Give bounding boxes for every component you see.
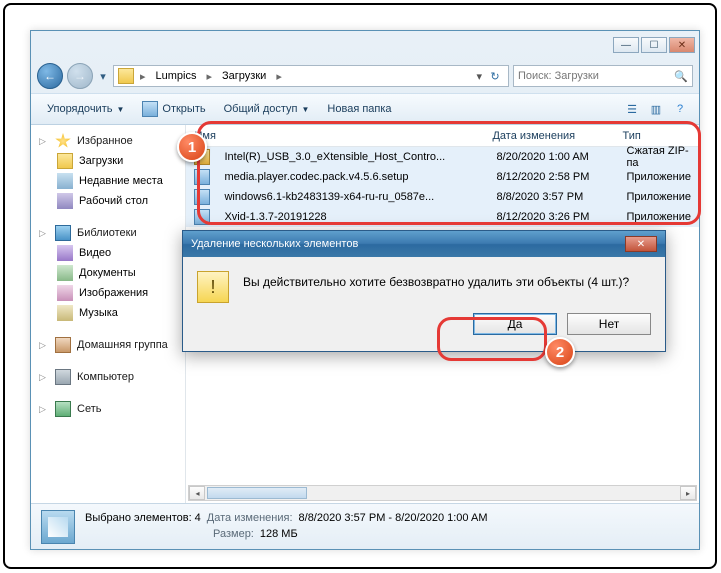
breadcrumb-separator: ▸: [138, 70, 148, 83]
computer-icon: [55, 369, 71, 385]
minimize-button[interactable]: —: [613, 37, 639, 53]
breadcrumb-separator: ▸: [205, 70, 215, 83]
annotation-frame: — ☐ ✕ ← → ▾ ▸ Lumpics ▸ Загрузки ▸ ▾ ↻ П…: [3, 3, 717, 569]
dialog-message: Вы действительно хотите безвозвратно уда…: [243, 271, 629, 303]
sidebar-item-downloads[interactable]: Загрузки: [35, 151, 181, 171]
sidebar-homegroup[interactable]: ▷Домашняя группа: [35, 335, 181, 355]
status-date-label: Дата изменения:: [207, 511, 293, 526]
annotation-badge-1: 1: [177, 132, 207, 162]
sidebar-item-music[interactable]: Музыка: [35, 303, 181, 323]
file-row[interactable]: media.player.codec.pack.v4.5.6.setup8/12…: [186, 167, 699, 187]
desktop-icon: [57, 193, 73, 209]
nav-history-dropdown[interactable]: ▾: [97, 70, 109, 83]
sidebar-item-pictures[interactable]: Изображения: [35, 283, 181, 303]
confirm-delete-dialog: Удаление нескольких элементов ✕ ! Вы дей…: [182, 230, 666, 352]
annotation-badge-2: 2: [545, 337, 575, 367]
pictures-icon: [57, 285, 73, 301]
file-date: 8/20/2020 1:00 AM: [488, 151, 618, 163]
file-type: Приложение: [618, 211, 699, 223]
file-type: Приложение: [618, 191, 699, 203]
new-folder-button[interactable]: Новая папка: [319, 99, 399, 119]
breadcrumb-dropdown-icon[interactable]: ▾: [476, 70, 482, 83]
recent-icon: [57, 173, 73, 189]
file-icon: [194, 189, 210, 205]
sidebar-computer[interactable]: ▷Компьютер: [35, 367, 181, 387]
sidebar-libraries[interactable]: ▷Библиотеки: [35, 223, 181, 243]
status-size-value: 128 МБ: [260, 527, 298, 542]
file-date: 8/8/2020 3:57 PM: [488, 191, 618, 203]
file-date: 8/12/2020 3:26 PM: [488, 211, 618, 223]
dialog-no-button[interactable]: Нет: [567, 313, 651, 335]
share-button[interactable]: Общий доступ▼: [216, 99, 318, 119]
file-type: Приложение: [618, 171, 699, 183]
open-icon: [142, 101, 158, 117]
explorer-toolbar: Упорядочить▼ Открыть Общий доступ▼ Новая…: [31, 93, 699, 125]
folder-icon: [118, 68, 134, 84]
file-row[interactable]: Intel(R)_USB_3.0_eXtensible_Host_Contro.…: [186, 147, 699, 167]
search-icon: 🔍: [674, 70, 688, 83]
organize-button[interactable]: Упорядочить▼: [39, 99, 132, 119]
star-icon: [55, 133, 71, 149]
file-type: Сжатая ZIP-па: [618, 145, 699, 169]
file-name: windows6.1-kb2483139-x64-ru-ru_0587e...: [216, 191, 488, 203]
scroll-right-button[interactable]: ▸: [680, 486, 696, 500]
file-row[interactable]: windows6.1-kb2483139-x64-ru-ru_0587e...8…: [186, 187, 699, 207]
file-icon: [194, 169, 210, 185]
dialog-close-button[interactable]: ✕: [625, 236, 657, 252]
file-row[interactable]: Xvid-1.3.7-201912288/12/2020 3:26 PMПрил…: [186, 207, 699, 227]
file-name: Xvid-1.3.7-20191228: [216, 211, 488, 223]
preview-pane-icon[interactable]: ▥: [645, 98, 667, 120]
open-button[interactable]: Открыть: [134, 97, 213, 121]
help-icon[interactable]: ?: [669, 98, 691, 120]
file-name: media.player.codec.pack.v4.5.6.setup: [216, 171, 488, 183]
search-input[interactable]: Поиск: Загрузки 🔍: [513, 65, 693, 87]
scroll-left-button[interactable]: ◂: [189, 486, 205, 500]
breadcrumb-separator: ▸: [274, 70, 284, 83]
downloads-icon: [57, 153, 73, 169]
sidebar-item-recent[interactable]: Недавние места: [35, 171, 181, 191]
selection-thumbnail-icon: [41, 510, 75, 544]
dialog-yes-button[interactable]: Да: [473, 313, 557, 335]
sidebar-item-desktop[interactable]: Рабочий стол: [35, 191, 181, 211]
dialog-titlebar: Удаление нескольких элементов ✕: [183, 231, 665, 257]
search-placeholder: Поиск: Загрузки: [518, 70, 599, 82]
view-options-icon[interactable]: ☰: [621, 98, 643, 120]
scroll-thumb[interactable]: [207, 487, 307, 499]
libraries-icon: [55, 225, 71, 241]
sidebar-network[interactable]: ▷Сеть: [35, 399, 181, 419]
network-icon: [55, 401, 71, 417]
horizontal-scrollbar[interactable]: ◂ ▸: [188, 485, 697, 501]
breadcrumb-item[interactable]: Lumpics: [152, 70, 201, 82]
status-date-value: 8/8/2020 3:57 PM - 8/20/2020 1:00 AM: [299, 511, 488, 526]
status-size-label: Размер:: [213, 527, 254, 542]
breadcrumb-item[interactable]: Загрузки: [218, 70, 270, 82]
nav-forward-button[interactable]: →: [67, 63, 93, 89]
navigation-sidebar: ▷Избранное Загрузки Недавние места Рабоч…: [31, 125, 186, 505]
address-row: ← → ▾ ▸ Lumpics ▸ Загрузки ▸ ▾ ↻ Поиск: …: [31, 59, 699, 93]
warning-icon: !: [197, 271, 229, 303]
sidebar-item-video[interactable]: Видео: [35, 243, 181, 263]
dialog-title-text: Удаление нескольких элементов: [191, 238, 358, 250]
music-icon: [57, 305, 73, 321]
video-icon: [57, 245, 73, 261]
column-header-type[interactable]: Тип: [614, 130, 699, 142]
nav-back-button[interactable]: ←: [37, 63, 63, 89]
sidebar-item-documents[interactable]: Документы: [35, 263, 181, 283]
breadcrumb-bar[interactable]: ▸ Lumpics ▸ Загрузки ▸ ▾ ↻: [113, 65, 509, 87]
column-header-row: Имя Дата изменения Тип: [186, 125, 699, 147]
window-titlebar: — ☐ ✕: [31, 31, 699, 59]
file-date: 8/12/2020 2:58 PM: [488, 171, 618, 183]
maximize-button[interactable]: ☐: [641, 37, 667, 53]
file-name: Intel(R)_USB_3.0_eXtensible_Host_Contro.…: [216, 151, 488, 163]
homegroup-icon: [55, 337, 71, 353]
status-selected-count: Выбрано элементов: 4: [85, 511, 201, 526]
documents-icon: [57, 265, 73, 281]
column-header-date[interactable]: Дата изменения: [484, 130, 614, 142]
refresh-icon[interactable]: ↻: [486, 67, 504, 85]
status-bar: Выбрано элементов: 4 Дата изменения: 8/8…: [31, 503, 699, 549]
close-button[interactable]: ✕: [669, 37, 695, 53]
sidebar-favorites[interactable]: ▷Избранное: [35, 131, 181, 151]
file-icon: [194, 209, 210, 225]
column-header-name[interactable]: Имя: [186, 130, 484, 142]
